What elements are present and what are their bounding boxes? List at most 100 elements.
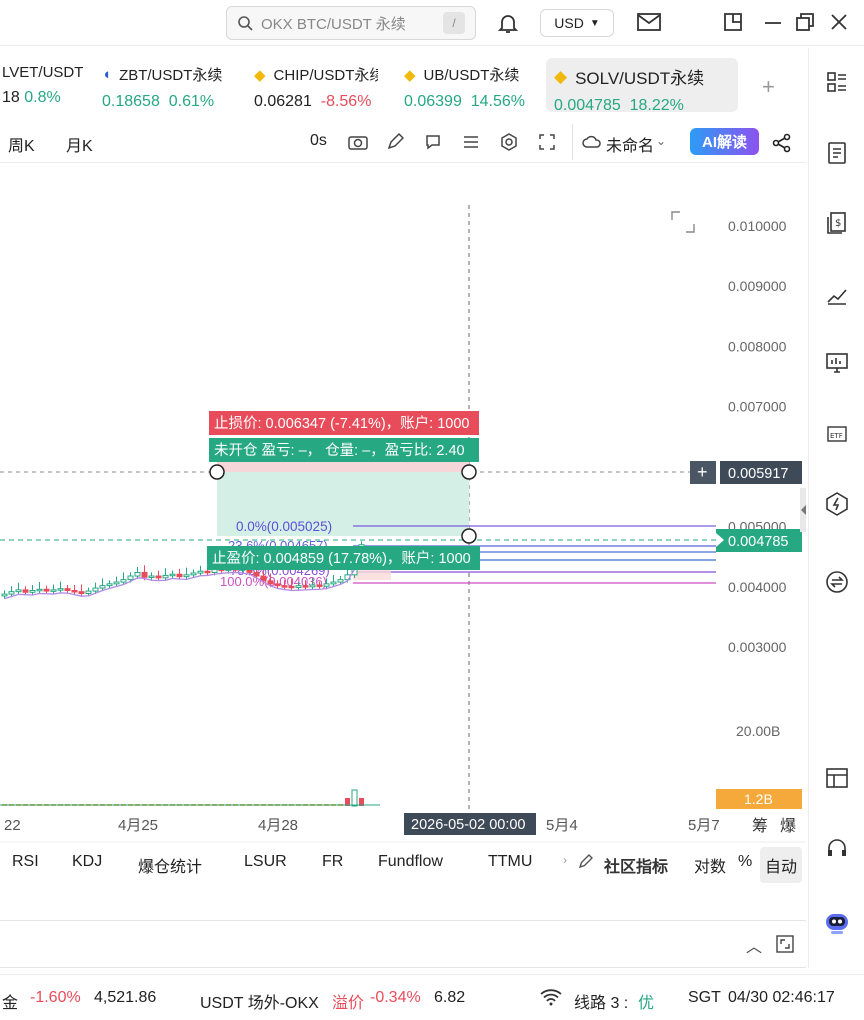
ticker-tab-zbt[interactable]: ◖ ZBT/USDT永续 0.18658 0.61%: [94, 58, 230, 112]
search-box[interactable]: OKX BTC/USDT 永续 /: [226, 6, 476, 40]
otc-label[interactable]: USDT 场外-OKX: [200, 989, 319, 1013]
comment-icon[interactable]: [424, 133, 442, 151]
add-tab-button[interactable]: +: [762, 74, 775, 100]
indicator-tabs: RSI KDJ 爆仓统计 LSUR FR Fundflow TTMU › 社区指…: [0, 845, 806, 883]
candle-body: [36, 588, 43, 592]
ticker-tab-solv[interactable]: ◆ SOLV/USDT永续 0.004785 18.22%: [546, 58, 738, 114]
pencil-icon[interactable]: [386, 133, 404, 151]
interval-week[interactable]: 周K: [8, 132, 35, 156]
gold-label: 金: [2, 995, 19, 1012]
ticker-tab-lvet[interactable]: LVET/USDT 18 0.8%: [0, 58, 91, 112]
auto-scale-button[interactable]: 自动: [760, 847, 803, 883]
indicator-liquidation[interactable]: 爆仓统计: [138, 853, 202, 877]
candle-body: [162, 574, 169, 579]
indicator-fr[interactable]: FR: [322, 853, 343, 871]
chevron-right-icon[interactable]: ›: [563, 853, 567, 867]
candle-body: [302, 585, 309, 588]
candle-body: [113, 581, 120, 585]
candle-body: [288, 585, 295, 589]
candle-body: [155, 575, 162, 579]
collapse-up-icon[interactable]: ︿: [746, 933, 762, 957]
candle-body: [1, 593, 8, 597]
ticker-change: -8.56%: [320, 93, 372, 110]
expand-icon[interactable]: [776, 935, 794, 953]
mail-icon[interactable]: [636, 11, 662, 33]
price-chart[interactable]: 0.0100000.0090000.0080000.0070000.005000…: [0, 205, 806, 843]
log-scale-button[interactable]: 对数: [694, 853, 726, 877]
clock-datetime: 04/30 02:46:17: [728, 989, 835, 1006]
headset-icon[interactable]: [825, 836, 849, 860]
interval-month[interactable]: 月K: [66, 132, 93, 156]
chart-toolbar: 周K 月K 0s 未命名 ⌄ AI解读: [0, 124, 806, 160]
ai-analysis-button[interactable]: AI解读: [690, 128, 760, 155]
indicator-kdj[interactable]: KDJ: [72, 853, 102, 871]
search-input[interactable]: OKX BTC/USDT 永续: [261, 13, 443, 34]
candle-body: [71, 589, 78, 593]
chevron-down-icon[interactable]: ⌄: [656, 134, 666, 148]
minimize-icon[interactable]: [762, 11, 784, 33]
line-label[interactable]: 线路 3 :: [574, 989, 628, 1013]
community-indicators-button[interactable]: 社区指标: [604, 853, 668, 877]
layout-panel-icon[interactable]: [825, 766, 849, 790]
settings-icon[interactable]: [500, 133, 518, 151]
fib-label: 0.0%(0.005025): [236, 519, 332, 534]
stop-loss-zone: [217, 462, 469, 472]
currency-select[interactable]: USD ▼: [540, 9, 614, 37]
layout-name[interactable]: 未命名: [606, 132, 654, 156]
candle-body: [15, 589, 22, 593]
candle-body: [190, 572, 197, 576]
y-tick-label: 0.008000: [728, 338, 787, 354]
y-tick-label: 0.003000: [728, 639, 787, 655]
lightning-hex-icon[interactable]: [825, 492, 849, 516]
binance-logo-icon: ◆: [254, 66, 266, 84]
monitor-chart-icon[interactable]: [825, 351, 849, 375]
y-tick-label: 0.009000: [728, 278, 787, 294]
chip-distribution-button: 筹: [752, 817, 768, 835]
candle-body: [183, 574, 190, 578]
trend-chart-icon[interactable]: [825, 282, 849, 306]
countdown-label: 0s: [310, 132, 327, 149]
currency-value: USD: [554, 15, 584, 31]
ticker-price: 0.06281: [254, 93, 312, 110]
candle-body: [337, 579, 344, 583]
etf-icon[interactable]: ETF: [825, 422, 849, 446]
percent-scale-button[interactable]: %: [738, 853, 752, 871]
ticker-tab-ub[interactable]: ◆ UB/USDT永续 0.06399 14.56%: [396, 58, 533, 112]
app-root: OKX BTC/USDT 永续 / USD ▼ LVET/USDT 18 0.8…: [0, 0, 864, 1020]
candle-body: [204, 570, 211, 574]
candle-body: [253, 571, 260, 577]
indicator-rsi[interactable]: RSI: [12, 853, 39, 871]
share-icon[interactable]: [772, 133, 792, 153]
restore-icon[interactable]: [794, 11, 816, 33]
ticker-tab-chip[interactable]: ◆ CHIP/USDT永续 0.06281 -8.56%: [246, 58, 386, 112]
liquidation-map-button: 爆: [780, 816, 796, 835]
swap-icon[interactable]: [825, 570, 849, 594]
order-list-icon[interactable]: [825, 70, 849, 94]
indicators-icon[interactable]: [462, 134, 480, 150]
ticker-name: LVET/USDT: [2, 64, 84, 81]
x-tick-label: 5月4: [546, 817, 578, 834]
volume-bar: [351, 789, 358, 807]
close-icon[interactable]: [828, 11, 850, 33]
y-tick-label: 0.004000: [728, 579, 787, 595]
okx-logo-icon: ◖: [102, 66, 112, 83]
camera-icon[interactable]: [348, 134, 368, 150]
drag-handle: [461, 528, 477, 544]
fullscreen-icon[interactable]: [538, 133, 556, 151]
indicator-ttmu[interactable]: TTMU: [488, 853, 532, 871]
ticker-name: UB/USDT永续: [423, 67, 520, 84]
volume-axis-label: 20.00B: [736, 723, 780, 739]
take-profit-label: 止盈价: 0.004859 (17.78%)，账户: 1000: [212, 550, 471, 567]
x-tick-label: 22: [4, 817, 21, 834]
indicator-fundflow[interactable]: Fundflow: [378, 853, 443, 871]
edit-icon[interactable]: [578, 853, 594, 869]
divider: [572, 124, 573, 160]
pin-window-icon[interactable]: [722, 11, 744, 33]
dollar-doc-icon[interactable]: $: [825, 211, 849, 235]
timezone: SGT: [688, 989, 721, 1006]
document-icon[interactable]: [825, 141, 849, 165]
robot-assistant-icon[interactable]: [822, 906, 852, 936]
candle-body: [78, 591, 85, 594]
bell-icon[interactable]: [496, 11, 520, 35]
indicator-lsur[interactable]: LSUR: [244, 853, 287, 871]
